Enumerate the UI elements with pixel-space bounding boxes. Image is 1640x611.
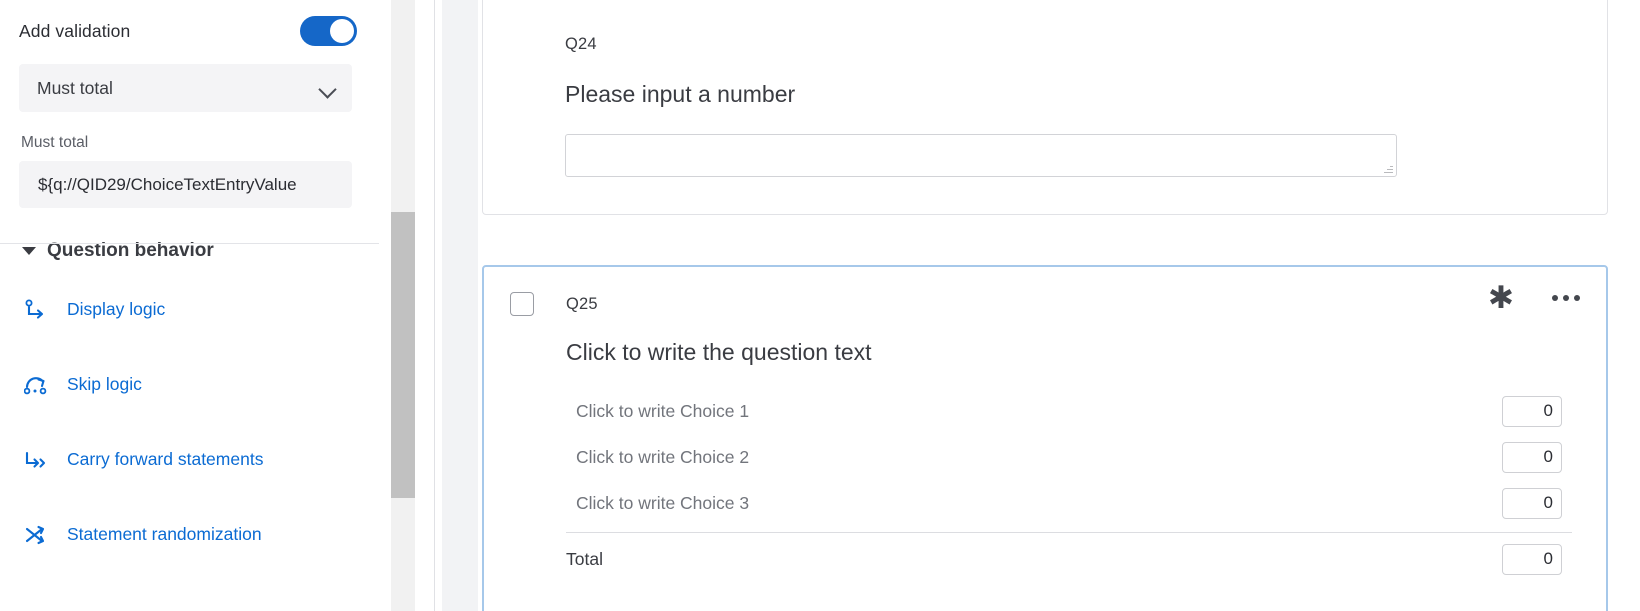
chevron-down-icon [320, 80, 336, 96]
asterisk-icon[interactable]: ✱ [1488, 282, 1514, 313]
toggle-knob [330, 19, 354, 43]
number-answer-input[interactable] [565, 134, 1397, 177]
question-canvas: Q24 Please input a number Q25 ✱ Click to… [442, 0, 1640, 611]
question-card-q25[interactable]: Q25 ✱ Click to write the question text C… [482, 265, 1608, 611]
total-label: Total [566, 548, 603, 569]
validation-type-value: Must total [37, 77, 113, 98]
panel-edge-divider [434, 0, 435, 611]
skip-logic-icon [23, 373, 50, 397]
question-settings-panel: Add validation Must total Must total ${q… [0, 0, 379, 611]
carry-forward-icon [23, 448, 50, 472]
question-card-q24[interactable]: Q24 Please input a number [482, 0, 1608, 215]
choice-value-input[interactable]: 0 [1502, 395, 1562, 427]
more-options-icon[interactable] [1552, 295, 1580, 301]
survey-editor: Add validation Must total Must total ${q… [0, 0, 1640, 611]
choice-row[interactable]: Click to write Choice 2 0 [484, 434, 1606, 480]
question-tag: Q24 [565, 35, 597, 53]
caret-down-icon [22, 247, 36, 255]
panel-scrollbar-column [379, 0, 442, 611]
display-logic-icon [23, 298, 50, 322]
question-tag: Q25 [566, 294, 598, 313]
sidebar-item-carry-forward[interactable]: Carry forward statements [19, 440, 360, 479]
total-value-input: 0 [1502, 543, 1562, 575]
choice-row[interactable]: Click to write Choice 1 0 [484, 388, 1606, 434]
scrollbar-thumb[interactable] [391, 212, 415, 498]
add-validation-toggle[interactable] [300, 16, 357, 46]
choice-label[interactable]: Click to write Choice 2 [576, 447, 1502, 468]
sidebar-item-label: Carry forward statements [67, 449, 264, 469]
resize-handle-icon[interactable] [1384, 164, 1393, 173]
question-text[interactable]: Please input a number [565, 81, 1607, 108]
question-text[interactable]: Click to write the question text [484, 316, 1606, 366]
sidebar-item-statement-randomization[interactable]: Statement randomization [19, 515, 360, 554]
sidebar-item-label: Skip logic [67, 374, 142, 394]
total-row: Total 0 [484, 533, 1606, 585]
choice-label[interactable]: Click to write Choice 1 [576, 401, 1502, 422]
sidebar-item-label: Statement randomization [67, 524, 262, 544]
validation-type-select[interactable]: Must total [19, 64, 352, 112]
choice-list: Click to write Choice 1 0 Click to write… [484, 388, 1606, 526]
choice-value-input[interactable]: 0 [1502, 441, 1562, 473]
question-select-checkbox[interactable] [510, 292, 534, 316]
shuffle-icon [23, 523, 50, 547]
sidebar-item-label: Display logic [67, 299, 166, 319]
question-behavior-section: Question behavior Display logic Skip log… [19, 240, 360, 554]
choice-value-input[interactable]: 0 [1502, 487, 1562, 519]
add-validation-row: Add validation [19, 0, 360, 62]
choice-label[interactable]: Click to write Choice 3 [576, 493, 1502, 514]
panel-divider [0, 243, 379, 244]
must-total-input[interactable]: ${q://QID29/ChoiceTextEntryValue [19, 161, 352, 208]
sidebar-item-skip-logic[interactable]: Skip logic [19, 365, 360, 404]
sidebar-item-display-logic[interactable]: Display logic [19, 290, 360, 329]
must-total-value: ${q://QID29/ChoiceTextEntryValue [38, 174, 297, 194]
choice-row[interactable]: Click to write Choice 3 0 [484, 480, 1606, 526]
must-total-label: Must total [21, 134, 89, 151]
add-validation-label: Add validation [19, 20, 131, 41]
